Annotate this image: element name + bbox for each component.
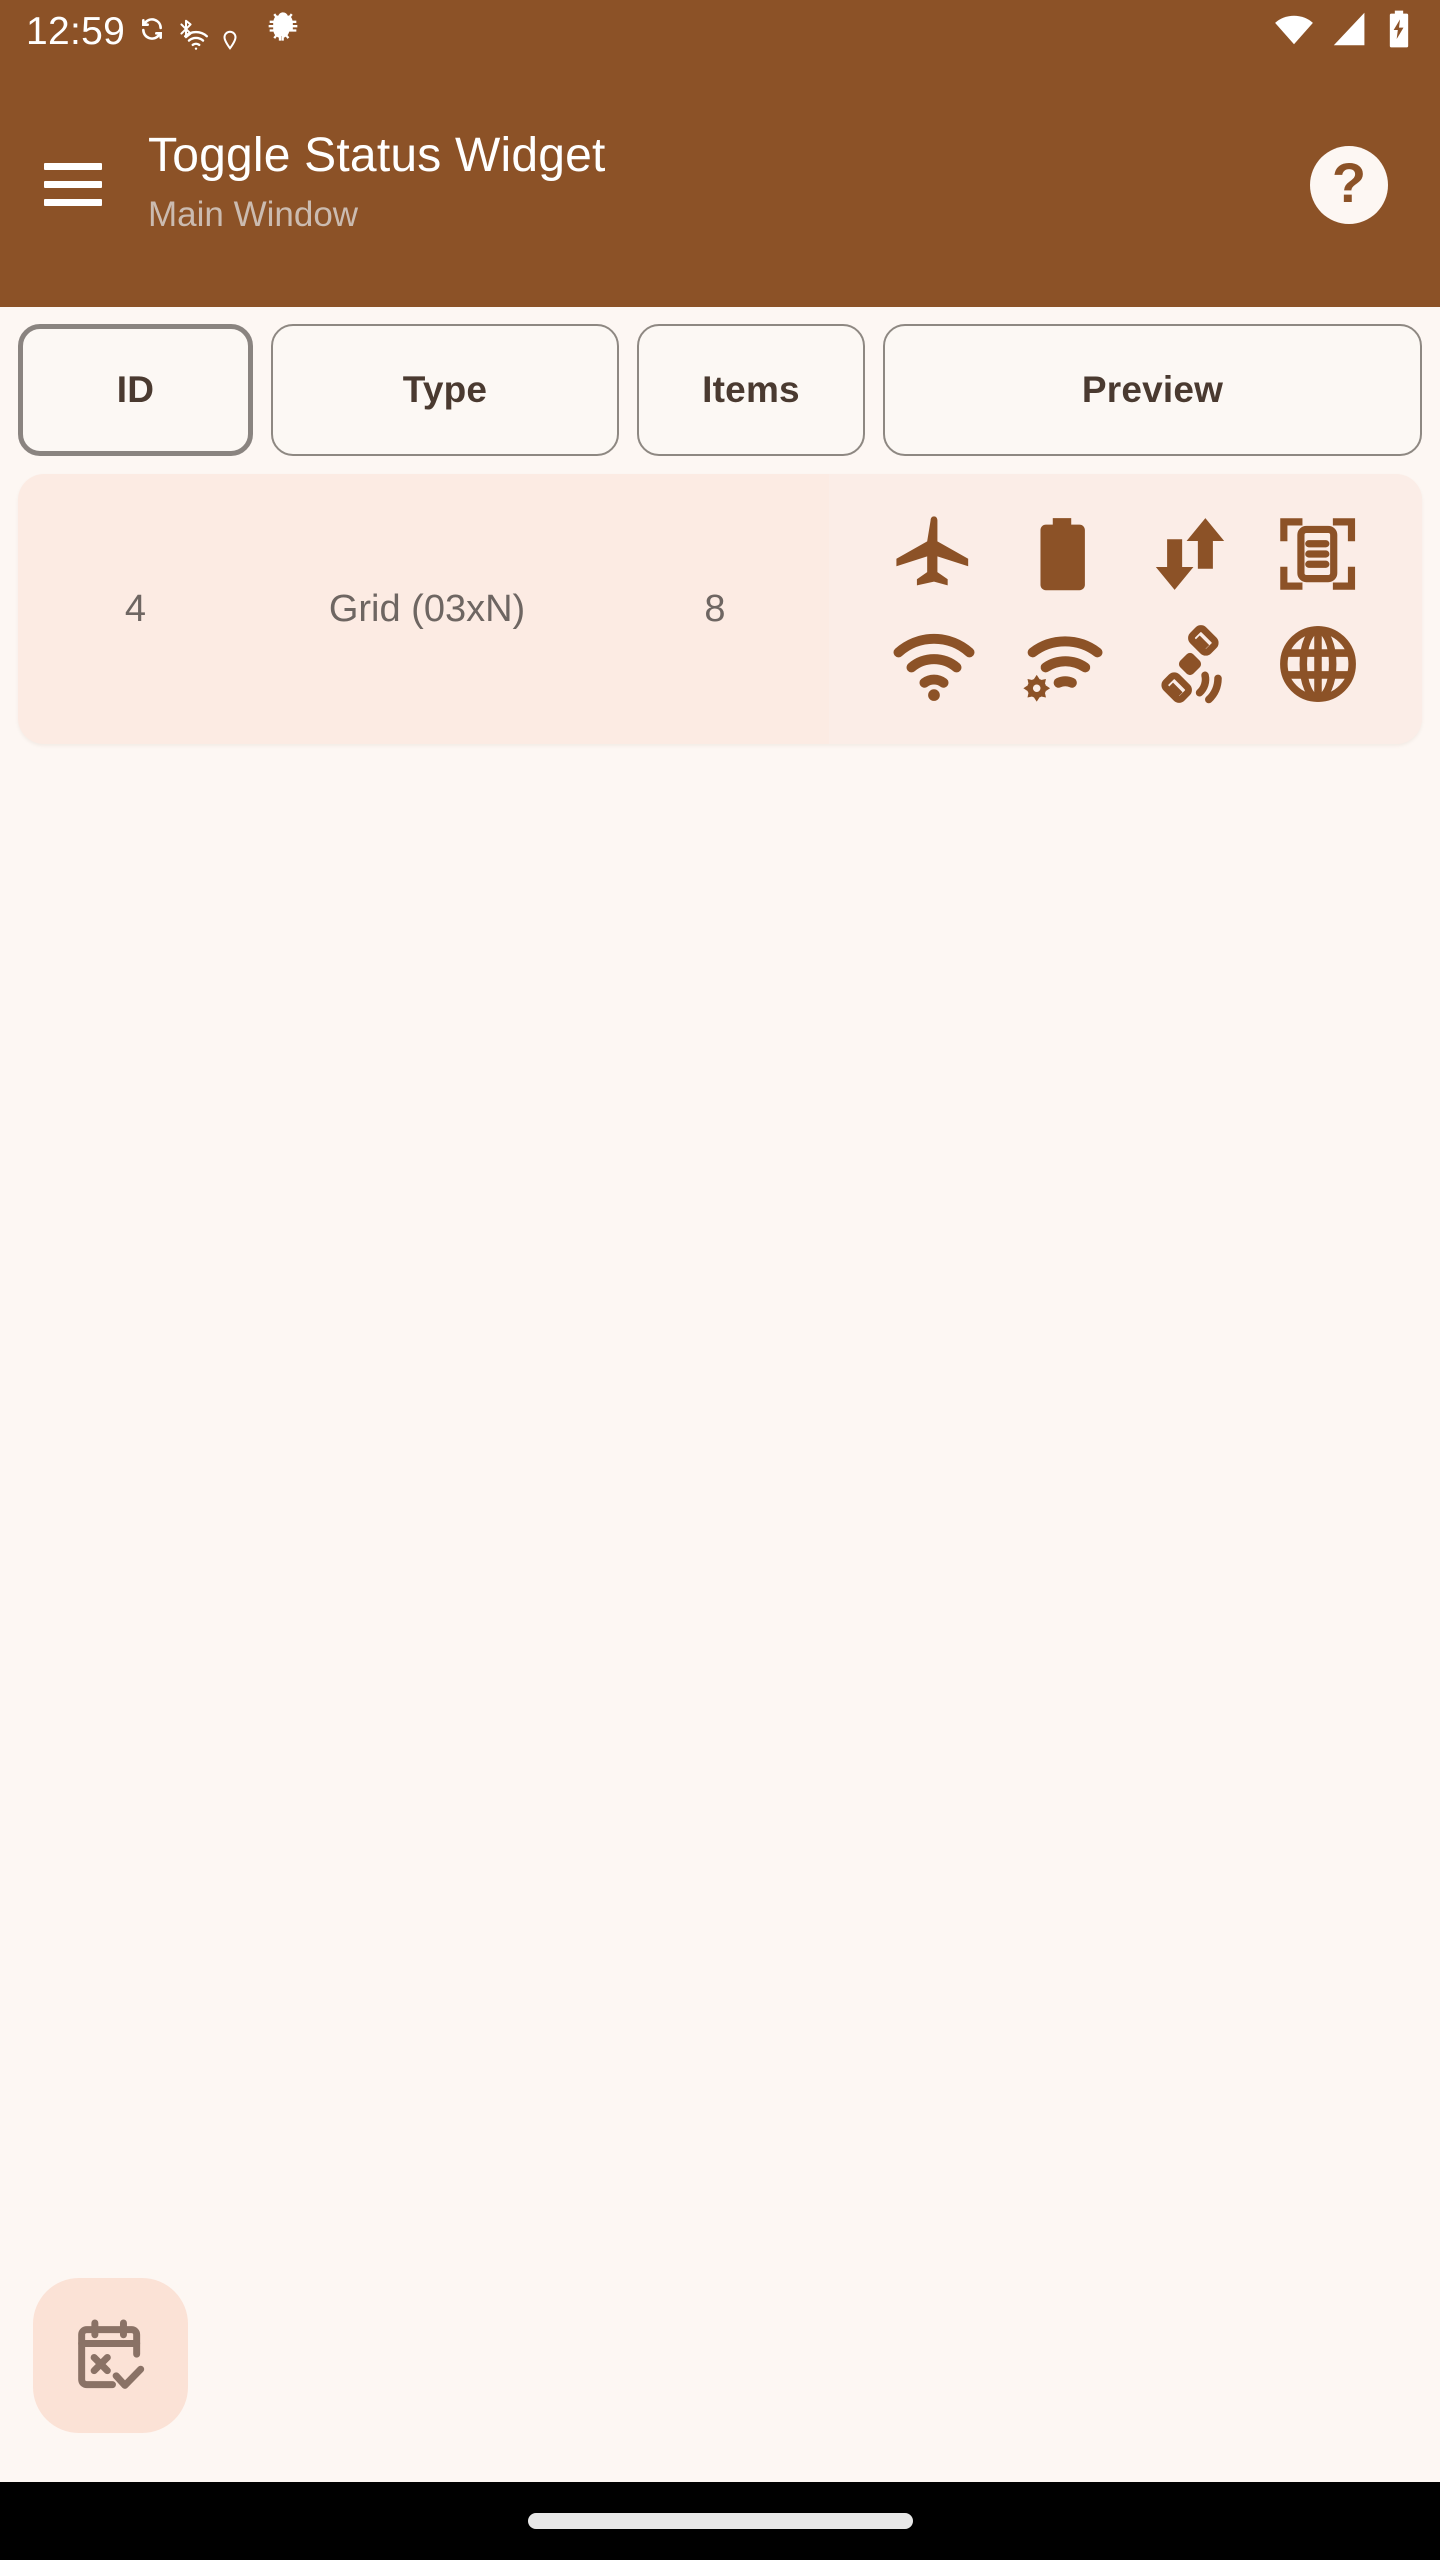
column-header-row: ID Type Items Preview — [0, 307, 1440, 456]
column-header-id[interactable]: ID — [18, 324, 253, 456]
wifi-icon — [893, 623, 975, 705]
sync-icon — [139, 16, 165, 47]
calendar-check-x-icon[interactable] — [33, 2278, 188, 2433]
wifi-alert-icon — [183, 29, 209, 56]
column-header-preview[interactable]: Preview — [883, 324, 1422, 456]
rows-area: 4 Grid (03xN) 8 — [0, 456, 1440, 744]
system-navigation-bar — [0, 2482, 1440, 2560]
battery-icon — [1021, 513, 1103, 595]
status-clock: 12:59 — [26, 9, 126, 53]
status-right-icon-group — [1272, 9, 1414, 54]
page-title: Toggle Status Widget — [148, 128, 606, 182]
column-header-type[interactable]: Type — [271, 324, 619, 456]
globe-icon — [1277, 623, 1359, 705]
help-circle-icon[interactable]: ? — [1310, 145, 1388, 224]
burger-bar — [44, 163, 102, 170]
cell-id: 4 — [124, 587, 147, 630]
home-gesture-pill[interactable] — [527, 2513, 913, 2529]
status-left-icon-group — [139, 6, 303, 57]
table-row[interactable]: 4 Grid (03xN) 8 — [18, 474, 1422, 744]
cell-preview — [829, 474, 1422, 744]
page-subtitle: Main Window — [148, 194, 359, 234]
hamburger-menu-icon[interactable] — [44, 154, 106, 216]
burger-bar — [44, 199, 102, 206]
cell-type: Grid (03xN) — [328, 587, 526, 630]
wifi-settings-icon — [1021, 623, 1103, 705]
cell-items: 8 — [704, 587, 726, 630]
airplane-mode-icon — [893, 513, 975, 595]
preview-icon-grid — [870, 499, 1382, 719]
scan-document-icon — [1277, 513, 1359, 595]
bug-icon — [263, 9, 303, 54]
location-icon — [219, 28, 241, 57]
title-block: Toggle Status Widget Main Window — [148, 128, 1310, 241]
app-bar: Toggle Status Widget Main Window ? — [0, 62, 1440, 307]
data-transfer-icon — [1149, 513, 1231, 595]
satellite-icon — [1149, 623, 1231, 705]
battery-charging-icon — [1384, 9, 1414, 54]
status-bar: 12:59 — [0, 0, 1440, 62]
help-label: ? — [1331, 150, 1367, 214]
cellular-signal-icon — [1330, 11, 1370, 52]
wifi-icon — [1272, 11, 1316, 52]
column-header-items[interactable]: Items — [637, 324, 865, 456]
burger-bar — [44, 181, 102, 188]
